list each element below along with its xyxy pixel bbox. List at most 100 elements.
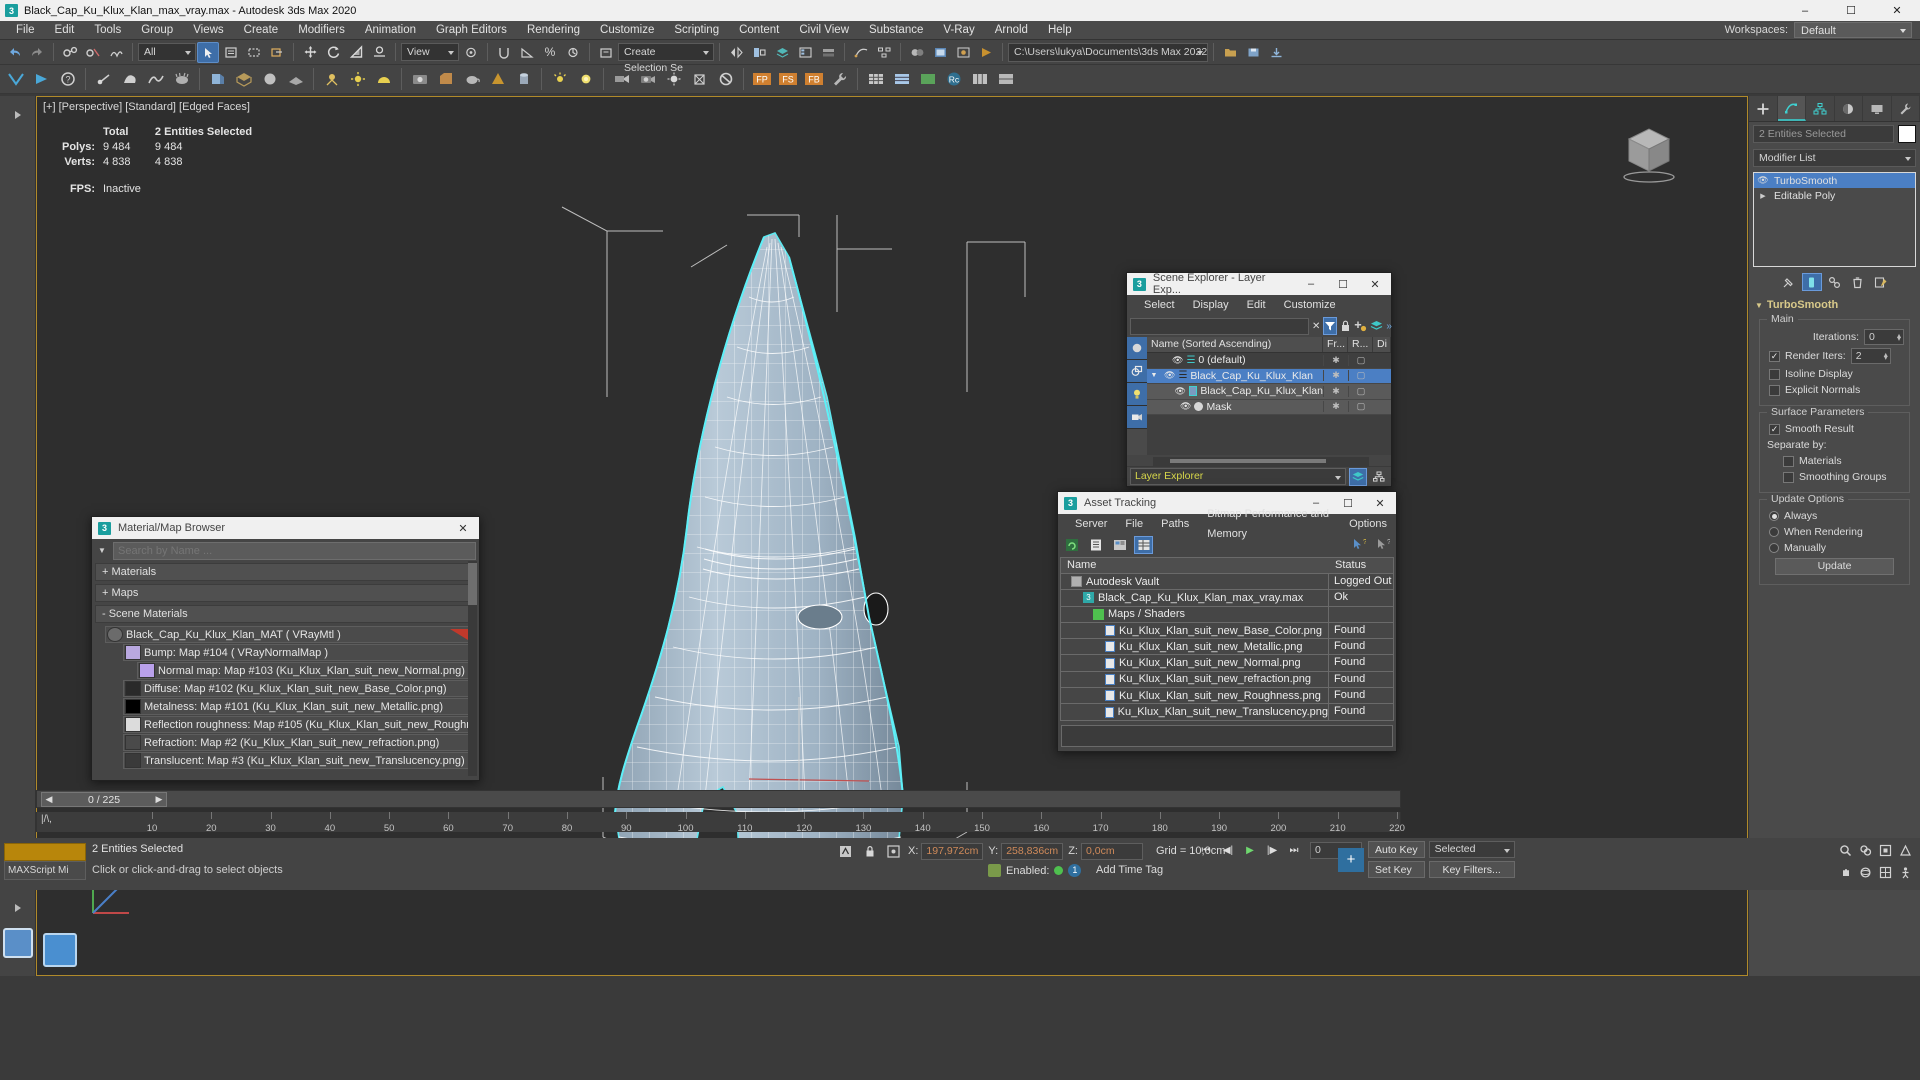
isoline-display-checkbox[interactable]: [1769, 368, 1780, 380]
material-map-browser-window[interactable]: 3 Material/Map Browser ✕ ▼ + Materials +…: [91, 516, 480, 781]
asset-name-cell[interactable]: Ku_Klux_Klan_suit_new_refraction.png: [1061, 671, 1329, 688]
scene-explorer-search-input[interactable]: [1130, 317, 1309, 335]
freeze-icon[interactable]: ✱: [1323, 401, 1348, 413]
object-name-field[interactable]: 2 Entities Selected: [1753, 125, 1894, 143]
chevron-down-icon[interactable]: ▼: [1147, 372, 1161, 379]
key-filters-button[interactable]: Key Filters...: [1428, 861, 1515, 878]
select-by-name-icon[interactable]: [220, 42, 242, 63]
zoom-extents-icon[interactable]: [1877, 842, 1894, 859]
reference-coordinate-system-combo[interactable]: View: [401, 43, 459, 61]
help-icon[interactable]: ?: [1373, 536, 1392, 554]
coord-y-field[interactable]: 258,836cm: [1001, 842, 1064, 860]
asset-table-row[interactable]: Ku_Klux_Klan_suit_new_Metallic.png Found: [1060, 639, 1394, 656]
maximize-button[interactable]: ☐: [1828, 0, 1874, 21]
vray-render-icon[interactable]: [29, 67, 54, 92]
scene-row-name-cell[interactable]: 👁 ☰ 0 (default): [1147, 354, 1323, 366]
render-teapot-icon[interactable]: ▢: [1348, 385, 1373, 397]
select-and-rotate-icon[interactable]: [322, 42, 344, 63]
spinner-snap-icon[interactable]: [562, 42, 584, 63]
asset-table-row[interactable]: Ku_Klux_Klan_suit_new_Base_Color.png Fou…: [1060, 622, 1394, 640]
asset-menu-file[interactable]: File: [1116, 514, 1152, 534]
rc-button-icon[interactable]: Rc: [941, 67, 966, 92]
track-bar[interactable]: |/\, 10 20 30 40 50 60 70 80 90 100 110 120 130 140 15…: [36, 812, 1405, 834]
material-editor-icon[interactable]: [906, 42, 928, 63]
project-folder-path[interactable]: C:\Users\lukya\Documents\3ds Max 2022: [1008, 42, 1208, 62]
toggle-ribbon-icon[interactable]: [817, 42, 839, 63]
menu-create[interactable]: Create: [234, 21, 289, 40]
vray-displacement-icon[interactable]: [143, 67, 168, 92]
eye-icon[interactable]: 👁: [1756, 175, 1770, 186]
orbit-icon[interactable]: [1857, 864, 1874, 881]
wrench-icon[interactable]: [827, 67, 852, 92]
time-slider-bar[interactable]: ◀ 0 / 225 ▶: [36, 790, 1401, 808]
teapot-icon[interactable]: [459, 67, 484, 92]
vray-ies-light-icon[interactable]: [319, 67, 344, 92]
coord-z-field[interactable]: 0,0cm: [1080, 842, 1143, 860]
update-manually-radio[interactable]: [1769, 543, 1779, 553]
scene-explorer-maximize-button[interactable]: ☐: [1327, 273, 1359, 295]
menu-substance[interactable]: Substance: [859, 21, 933, 40]
smooth-result-checkbox[interactable]: ✓: [1769, 423, 1780, 435]
edit-named-selection-icon[interactable]: [595, 42, 617, 63]
select-object-icon[interactable]: [197, 41, 219, 63]
rc-grid-b-icon[interactable]: [889, 67, 914, 92]
view-cube[interactable]: [1613, 123, 1685, 183]
rc-green-square-icon[interactable]: [915, 67, 940, 92]
menu-content[interactable]: Content: [729, 21, 789, 40]
vray-plane-icon[interactable]: [283, 67, 308, 92]
material-tree-row[interactable]: Metalness: Map #101 (Ku_Klux_Klan_suit_n…: [123, 698, 476, 715]
material-tree-row[interactable]: Normal map: Map #103 (Ku_Klux_Klan_suit_…: [137, 662, 476, 679]
material-tree-row[interactable]: Refraction: Map #2 (Ku_Klux_Klan_suit_ne…: [123, 734, 476, 751]
column-name[interactable]: Name (Sorted Ascending): [1147, 337, 1323, 352]
asset-tracking-bottom-panel[interactable]: [1061, 725, 1393, 747]
lock-selection-icon[interactable]: [860, 842, 879, 860]
rendered-frame-window-icon[interactable]: [952, 42, 974, 63]
play-animation-left-icon[interactable]: [7, 897, 29, 918]
tab-display[interactable]: [1863, 96, 1892, 121]
menu-help[interactable]: Help: [1038, 21, 1082, 40]
physical-camera-icon[interactable]: [635, 67, 660, 92]
make-unique-icon[interactable]: [1825, 273, 1845, 291]
save-file-icon[interactable]: [1242, 42, 1264, 63]
tab-hierarchy[interactable]: [1806, 96, 1835, 121]
menu-animation[interactable]: Animation: [355, 21, 426, 40]
scene-explorer-row[interactable]: 👁 Black_Cap_Ku_Klux_Klan ✱ ▢: [1147, 384, 1391, 400]
menu-scripting[interactable]: Scripting: [664, 21, 729, 40]
prev-frame-icon[interactable]: ◀: [42, 794, 56, 805]
menu-edit[interactable]: Edit: [45, 21, 85, 40]
select-and-move-icon[interactable]: [299, 42, 321, 63]
pin-stack-icon[interactable]: [1779, 273, 1799, 291]
track-view-icon[interactable]: |/\,: [41, 814, 57, 830]
tab-modify[interactable]: [1777, 96, 1806, 121]
workspaces-select[interactable]: Default: [1794, 22, 1912, 38]
asset-menu-server[interactable]: Server: [1066, 514, 1116, 534]
list-view-icon[interactable]: [1086, 536, 1105, 554]
menu-modifiers[interactable]: Modifiers: [288, 21, 355, 40]
asset-table-row[interactable]: Autodesk Vault Logged Out .: [1060, 574, 1394, 591]
column-display[interactable]: Di: [1373, 337, 1391, 352]
menu-graph-editors[interactable]: Graph Editors: [426, 21, 517, 40]
asset-name-cell[interactable]: Ku_Klux_Klan_suit_new_Roughness.png: [1061, 688, 1329, 704]
freeze-icon[interactable]: ✱: [1323, 370, 1348, 382]
bind-space-warp-icon[interactable]: [105, 42, 127, 63]
update-always-radio[interactable]: [1769, 511, 1779, 521]
vray-toon-icon[interactable]: [117, 67, 142, 92]
filter-icon[interactable]: [1323, 317, 1338, 335]
chevron-down-icon[interactable]: ▼: [95, 546, 109, 555]
material-browser-scroll-thumb[interactable]: [468, 563, 477, 605]
open-file-icon[interactable]: [1219, 42, 1241, 63]
iterations-spinner[interactable]: 0 ▾: [1864, 329, 1904, 345]
menu-arnold[interactable]: Arnold: [985, 21, 1038, 40]
scene-explorer-grid[interactable]: Name (Sorted Ascending) Fr... R... Di 👁 …: [1147, 337, 1391, 455]
scene-explorer-close-button[interactable]: ✕: [1359, 273, 1391, 295]
chevron-down-icon[interactable]: ▼: [1755, 301, 1763, 310]
unlink-selection-icon[interactable]: [82, 42, 104, 63]
menu-tools[interactable]: Tools: [84, 21, 131, 40]
coord-x-field[interactable]: 197,972cm: [921, 842, 984, 860]
named-selection-sets-combo[interactable]: Create Selection Se: [618, 43, 714, 74]
helper-dummy-icon[interactable]: [687, 67, 712, 92]
hierarchy-view-icon[interactable]: [1370, 468, 1388, 486]
filter-shapes-icon[interactable]: [1127, 360, 1147, 383]
snapshot-icon[interactable]: [407, 67, 432, 92]
filter-geometry-icon[interactable]: [1127, 337, 1147, 360]
